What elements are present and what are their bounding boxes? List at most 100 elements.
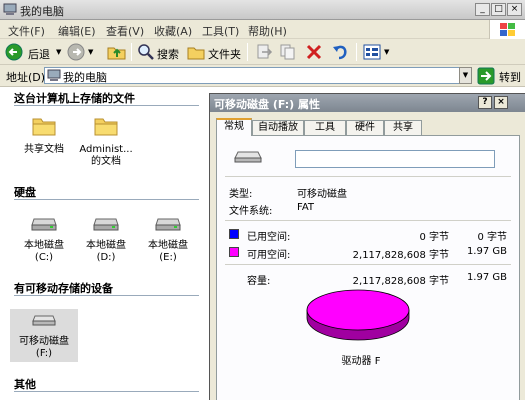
search-icon	[138, 44, 154, 60]
free-space-label: 可用空间:	[247, 250, 291, 261]
item-label-line1: 本地磁盘	[24, 240, 64, 251]
section-divider	[14, 199, 199, 200]
forward-icon	[67, 43, 85, 61]
dialog-close-button[interactable]: ×	[494, 96, 508, 109]
item-label: 可移动磁盘 (F:)	[10, 336, 78, 360]
capacity-label: 容量:	[247, 276, 271, 287]
help-button[interactable]: ?	[478, 96, 492, 109]
menu-edit[interactable]: 编辑(E)	[58, 23, 96, 39]
used-space-label: 已用空间:	[247, 232, 291, 243]
item-label-line1: 本地磁盘	[86, 240, 126, 251]
go-icon	[477, 67, 495, 85]
folder-icon	[94, 118, 118, 136]
tab-tools[interactable]: 工具	[304, 120, 346, 135]
maximize-button[interactable]: □	[491, 3, 506, 16]
filesystem-label: 文件系统:	[229, 206, 273, 217]
tab-sharing[interactable]: 共享	[384, 120, 422, 135]
back-icon	[5, 43, 23, 61]
views-dropdown-icon[interactable]: ▼	[384, 48, 389, 56]
tab-hardware[interactable]: 硬件	[346, 120, 384, 135]
window-title: 我的电脑	[20, 5, 64, 18]
item-label-line2: 的文档	[91, 156, 121, 167]
divider	[225, 264, 511, 265]
section-divider	[14, 105, 199, 106]
item-label: 共享文档	[24, 144, 64, 155]
hard-drive-icon	[93, 218, 119, 231]
item-label: 本地磁盘 (D:)	[74, 240, 138, 264]
item-label-line2: (E:)	[159, 252, 177, 263]
removable-drive-icon	[32, 315, 56, 326]
item-label: Administ... 的文档	[74, 144, 138, 168]
address-input[interactable]: 我的电脑	[44, 67, 472, 84]
type-label: 类型:	[229, 189, 253, 200]
toolbar-separator	[131, 43, 132, 61]
drive-d-item[interactable]: 本地磁盘 (D:)	[74, 213, 138, 264]
my-computer-icon	[3, 3, 17, 15]
menu-file[interactable]: 文件(F)	[8, 23, 45, 39]
item-label: 本地磁盘 (E:)	[136, 240, 200, 264]
move-to-icon	[257, 44, 273, 59]
my-computer-icon	[47, 69, 61, 81]
divider	[225, 176, 511, 177]
drive-e-item[interactable]: 本地磁盘 (E:)	[136, 213, 200, 264]
used-space-bytes: 0 字节	[419, 232, 449, 243]
back-button[interactable]: 后退 ▼	[4, 42, 62, 62]
admin-documents-item[interactable]: Administ... 的文档	[74, 115, 138, 168]
delete-button[interactable]	[304, 42, 324, 62]
move-to-button[interactable]	[254, 42, 274, 62]
hard-drive-icon	[31, 218, 57, 231]
back-dropdown-icon[interactable]: ▼	[56, 48, 61, 56]
menu-tools[interactable]: 工具(T)	[202, 23, 239, 39]
shared-documents-item[interactable]: 共享文档	[12, 115, 76, 156]
address-dropdown-button[interactable]: ▼	[459, 67, 472, 84]
volume-label-input[interactable]	[295, 150, 495, 168]
minimize-button[interactable]: _	[475, 3, 490, 16]
tab-general[interactable]: 常规	[216, 118, 252, 136]
disk-usage-pie	[306, 289, 410, 341]
section-removable: 有可移动存储的设备	[14, 282, 113, 295]
undo-icon	[333, 45, 347, 60]
drive-c-item[interactable]: 本地磁盘 (C:)	[12, 213, 76, 264]
address-bar: 地址(D) 我的电脑 ▼ 转到	[0, 65, 525, 87]
up-button[interactable]	[106, 42, 128, 62]
item-label-line2: (C:)	[34, 252, 54, 263]
menu-view[interactable]: 查看(V)	[106, 23, 144, 39]
dialog-title: 可移动磁盘 (F:) 属性	[214, 98, 321, 111]
views-button[interactable]: ▼	[362, 42, 392, 62]
item-label-line1: Administ...	[79, 144, 133, 155]
tab-autoplay[interactable]: 自动播放	[252, 120, 304, 135]
item-label-line2: (F:)	[35, 348, 53, 359]
general-tab-pane: 类型: 可移动磁盘 文件系统: FAT 已用空间: 0 字节 0 字节 可用空间…	[216, 135, 520, 400]
menu-favorites[interactable]: 收藏(A)	[154, 23, 192, 39]
folders-button[interactable]: 文件夹	[186, 42, 242, 62]
windows-flag-icon	[500, 23, 515, 36]
explorer-titlebar: 我的电脑 _ □ ×	[0, 0, 525, 20]
section-divider	[14, 295, 199, 296]
menu-help[interactable]: 帮助(H)	[248, 23, 287, 39]
folders-icon	[187, 47, 205, 60]
toolbar-separator	[247, 43, 248, 61]
forward-button[interactable]: ▼	[66, 42, 96, 62]
section-hard-disks: 硬盘	[14, 186, 36, 199]
section-stored-files: 这台计算机上存储的文件	[14, 92, 135, 105]
go-button[interactable]: 转到	[477, 67, 523, 85]
menu-bar: 文件(F) 编辑(E) 查看(V) 收藏(A) 工具(T) 帮助(H)	[0, 20, 525, 39]
free-space-swatch	[229, 247, 239, 257]
address-label: 地址(D)	[6, 71, 46, 84]
capacity-bytes: 2,117,828,608 字节	[352, 276, 449, 287]
divider	[225, 220, 511, 221]
views-icon	[363, 44, 381, 60]
search-button[interactable]: 搜索	[136, 42, 182, 62]
copy-to-button[interactable]	[278, 42, 298, 62]
section-divider	[14, 391, 199, 392]
used-space-swatch	[229, 229, 239, 239]
forward-dropdown-icon[interactable]: ▼	[88, 48, 93, 56]
undo-button[interactable]	[330, 42, 350, 62]
windows-logo	[489, 20, 525, 39]
close-button[interactable]: ×	[507, 3, 522, 16]
item-label: 本地磁盘 (C:)	[12, 240, 76, 264]
free-space-size: 1.97 GB	[466, 246, 507, 257]
up-folder-icon	[107, 47, 126, 60]
capacity-size: 1.97 GB	[466, 272, 507, 283]
drive-f-item[interactable]: 可移动磁盘 (F:)	[10, 309, 78, 362]
